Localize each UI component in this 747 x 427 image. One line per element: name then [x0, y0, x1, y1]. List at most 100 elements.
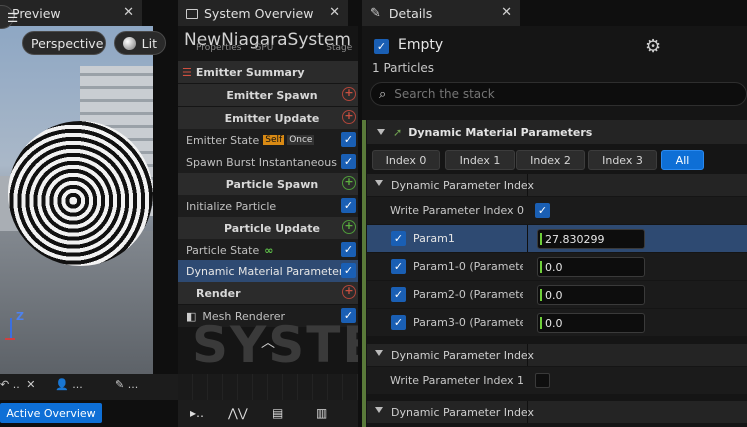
enabled-checkbox[interactable]: ✓	[341, 198, 356, 213]
perspective-button[interactable]: Perspective	[22, 31, 106, 55]
close-icon[interactable]: ✕	[26, 378, 35, 391]
emitter-state-row[interactable]: Emitter State Self Once ✓	[178, 129, 358, 151]
emitter-title: Empty	[398, 37, 444, 53]
subtab-properties[interactable]: Properties	[196, 43, 241, 53]
emitter-spawn-row[interactable]: Emitter Spawn +	[178, 84, 358, 106]
tab-details[interactable]: ✎ Details ✕	[362, 0, 520, 26]
edit-icon: ✎	[115, 378, 125, 391]
subtab-stage[interactable]: Stage	[326, 43, 352, 53]
render-row[interactable]: Render +	[178, 282, 358, 304]
add-module-icon[interactable]: +	[342, 285, 356, 299]
tab-preview[interactable]: Preview ✕	[0, 0, 142, 26]
particle-spawn-row[interactable]: Particle Spawn +	[178, 173, 358, 195]
add-module-icon[interactable]: +	[342, 220, 356, 234]
index-0-button[interactable]: Index 0	[372, 150, 440, 170]
param-value-field[interactable]: 0.0	[537, 285, 645, 305]
close-icon[interactable]: ✕	[501, 5, 512, 20]
system-watermark: SYSTE	[192, 316, 358, 374]
preview-viewport[interactable]: Z	[0, 26, 153, 374]
particle-sphere	[8, 121, 153, 266]
section-left-bar	[362, 120, 366, 427]
dynamic-parameter-group[interactable]: Dynamic Parameter Index	[367, 174, 747, 196]
param-enabled-checkbox[interactable]: ✓	[391, 287, 406, 302]
enabled-checkbox[interactable]: ✓	[341, 154, 356, 169]
film-icon	[186, 9, 198, 19]
index-all-button[interactable]: All	[661, 150, 704, 170]
emitter-update-row[interactable]: Emitter Update +	[178, 107, 358, 129]
write-parameter-checkbox[interactable]	[535, 373, 550, 388]
lit-sphere-icon	[123, 36, 136, 50]
tab-system-overview-label: System Overview	[204, 5, 314, 21]
bottom-tab-3[interactable]: ✎ ...	[115, 378, 160, 396]
param-row: ✓ Param3-0 (Parameter 0.0	[367, 309, 747, 337]
user-icon: 👤	[55, 378, 69, 391]
param-value-field[interactable]: 0.0	[537, 313, 645, 333]
spawn-burst-row[interactable]: Spawn Burst Instantaneous ✓	[178, 151, 358, 173]
axis-gizmo	[10, 318, 12, 338]
dynamic-parameter-group[interactable]: Dynamic Parameter Index	[367, 401, 747, 423]
column-divider	[527, 344, 528, 366]
list-icon: ☰	[182, 65, 192, 79]
axis-x	[5, 338, 15, 340]
enabled-checkbox[interactable]: ✓	[341, 242, 356, 257]
details-panel[interactable]: ✓ Empty ⚙ 1 Particles ⌕ ➚ Dynamic Materi…	[362, 26, 747, 427]
column-divider	[527, 174, 528, 196]
graph-icon[interactable]: ⋀⋁	[228, 406, 248, 420]
close-icon[interactable]: ✕	[329, 5, 340, 20]
tab-system-overview[interactable]: System Overview ✕	[178, 0, 348, 26]
lit-button[interactable]: Lit	[114, 31, 166, 55]
timeline-grid	[178, 374, 358, 400]
collapse-chevron-icon[interactable]: ︿	[261, 332, 275, 352]
tab-details-label: Details	[388, 5, 433, 21]
bottom-tab-1[interactable]: ↶ .. ✕	[0, 378, 45, 396]
document-icon[interactable]: ▤	[272, 406, 283, 420]
search-input[interactable]	[394, 87, 695, 101]
emitter-summary-row[interactable]: ☰ Emitter Summary	[178, 61, 358, 83]
param-enabled-checkbox[interactable]: ✓	[391, 231, 406, 246]
initialize-particle-row[interactable]: Initialize Particle ✓	[178, 195, 358, 217]
param-enabled-checkbox[interactable]: ✓	[391, 259, 406, 274]
section-title: Dynamic Material Parameters	[408, 125, 593, 139]
section-header[interactable]: ➚ Dynamic Material Parameters	[367, 120, 747, 144]
param-value-field[interactable]: 27.830299	[537, 229, 645, 249]
param-value-field[interactable]: 0.0	[537, 257, 645, 277]
add-module-icon[interactable]: +	[342, 87, 356, 101]
tool-icon: ↶	[0, 378, 10, 391]
dynamic-parameter-group[interactable]: Dynamic Parameter Index	[367, 344, 747, 366]
emitter-enabled-checkbox[interactable]: ✓	[374, 39, 389, 54]
dynamic-material-parameters-row[interactable]: Dynamic Material Parameters ✓	[178, 260, 358, 282]
enabled-checkbox[interactable]: ✓	[341, 263, 356, 278]
infinity-icon: ∞	[264, 243, 274, 257]
hamburger-icon: ☰	[7, 9, 19, 25]
write-parameter-checkbox[interactable]: ✓	[535, 203, 550, 218]
index-3-button[interactable]: Index 3	[588, 150, 657, 170]
subtab-gpu[interactable]: GPU	[254, 43, 273, 53]
system-overview-panel[interactable]: NewNiagaraSystem Properties GPU Stage ☰ …	[178, 26, 358, 400]
search-icon: ⌕	[379, 86, 387, 102]
index-1-button[interactable]: Index 1	[445, 150, 515, 170]
add-module-icon[interactable]: +	[342, 176, 356, 190]
bottom-tab-2[interactable]: 👤 ...	[55, 378, 100, 396]
param-row: ✓ Param1 27.830299	[367, 225, 747, 253]
param-enabled-checkbox[interactable]: ✓	[391, 315, 406, 330]
play-icon[interactable]: ▸‥	[190, 406, 204, 420]
tab-preview-label: Preview	[12, 5, 61, 21]
add-module-icon[interactable]: +	[342, 110, 356, 124]
index-2-button[interactable]: Index 2	[516, 150, 585, 170]
collapse-triangle-icon	[375, 180, 383, 186]
search-box[interactable]: ⌕	[370, 82, 747, 106]
collapse-triangle-icon	[377, 129, 385, 135]
particle-update-row[interactable]: Particle Update +	[178, 217, 358, 239]
system-subtabs: Properties GPU Stage	[196, 43, 358, 53]
enabled-checkbox[interactable]: ✓	[341, 132, 356, 147]
write-parameter-row: Write Parameter Index 1	[367, 367, 747, 395]
collapse-triangle-icon	[375, 350, 383, 356]
active-overview-button[interactable]: Active Overview	[0, 403, 102, 423]
pencil-icon: ✎	[370, 5, 381, 21]
particle-state-row[interactable]: Particle State ∞ ✓	[178, 239, 358, 261]
script-icon[interactable]: ▥	[316, 406, 327, 420]
close-icon[interactable]: ✕	[123, 5, 134, 20]
column-divider	[527, 401, 528, 423]
gear-icon[interactable]: ⚙	[645, 36, 661, 57]
once-badge: Once	[287, 135, 315, 145]
